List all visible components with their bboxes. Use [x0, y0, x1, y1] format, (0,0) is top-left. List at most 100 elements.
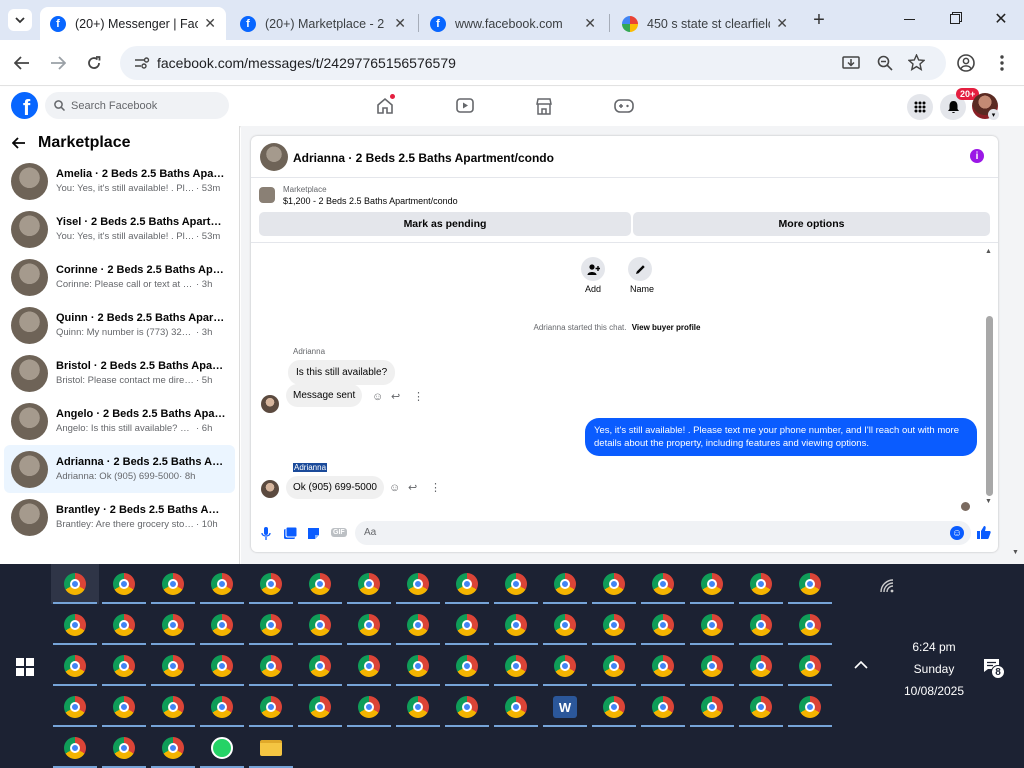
listing-detail[interactable]: $1,200 - 2 Beds 2.5 Baths Apartment/cond… — [283, 196, 458, 206]
chrome-icon[interactable] — [750, 614, 772, 636]
tab-search-button[interactable] — [8, 9, 32, 31]
reply-icon[interactable]: ↩ — [408, 481, 417, 494]
forward-button[interactable] — [44, 49, 72, 77]
chrome-icon[interactable] — [211, 614, 233, 636]
chrome-icon[interactable] — [64, 614, 86, 636]
page-scroll-down-arrow[interactable]: ▼ — [1012, 549, 1019, 556]
chrome-icon[interactable] — [358, 614, 380, 636]
message-bubble-outgoing[interactable]: Yes, it's still available! . Please text… — [585, 418, 977, 456]
chrome-icon[interactable] — [554, 614, 576, 636]
scroll-up-arrow[interactable]: ▲ — [985, 248, 992, 255]
chrome-icon[interactable] — [652, 655, 674, 677]
more-options-button[interactable]: More options — [633, 212, 990, 236]
chrome-icon[interactable] — [799, 696, 821, 718]
home-nav-icon[interactable] — [374, 94, 396, 117]
chrome-icon[interactable] — [701, 614, 723, 636]
windows-start-icon[interactable] — [16, 658, 34, 676]
chrome-icon[interactable] — [603, 655, 625, 677]
conversation-item[interactable]: Angelo · 2 Beds 2.5 Baths Apartme... Ang… — [4, 398, 235, 444]
chrome-icon[interactable] — [113, 614, 135, 636]
tab-facebook[interactable]: f www.facebook.com ✕ — [420, 7, 606, 40]
close-icon[interactable]: ✕ — [776, 15, 788, 32]
chrome-icon[interactable] — [260, 573, 282, 595]
chrome-icon[interactable] — [652, 696, 674, 718]
chrome-icon[interactable] — [456, 696, 478, 718]
close-icon[interactable]: ✕ — [204, 15, 216, 32]
chrome-menu-button[interactable] — [988, 49, 1016, 77]
facebook-logo-icon[interactable]: f — [11, 92, 38, 119]
chrome-icon[interactable] — [456, 655, 478, 677]
chrome-icon[interactable] — [113, 737, 135, 759]
chrome-icon[interactable] — [162, 573, 184, 595]
scrollbar-thumb[interactable] — [986, 316, 993, 496]
restore-button[interactable] — [944, 8, 966, 30]
chrome-icon[interactable] — [603, 696, 625, 718]
message-input[interactable]: Aa ☺ — [355, 521, 971, 545]
show-hidden-icons-chevron-icon[interactable] — [854, 660, 868, 669]
chat-avatar[interactable] — [260, 143, 288, 171]
chrome-icon[interactable] — [652, 614, 674, 636]
photo-icon[interactable] — [284, 527, 297, 540]
close-icon[interactable]: ✕ — [584, 15, 596, 32]
chrome-icon[interactable] — [260, 614, 282, 636]
chrome-icon[interactable] — [309, 573, 331, 595]
sender-avatar[interactable] — [261, 480, 279, 498]
conversation-item[interactable]: Corinne · 2 Beds 2.5 Baths Apartm... Cor… — [4, 254, 235, 300]
conversation-item[interactable]: Yisel · 2 Beds 2.5 Baths Apartment... Yo… — [4, 206, 235, 252]
react-emoji-icon[interactable]: ☺ — [389, 482, 400, 494]
whatsapp-icon[interactable] — [211, 737, 233, 759]
chrome-icon[interactable] — [603, 614, 625, 636]
back-arrow-icon[interactable] — [12, 137, 26, 149]
chat-title[interactable]: Adrianna · 2 Beds 2.5 Baths Apartment/co… — [293, 151, 554, 165]
emoji-icon[interactable]: ☺ — [950, 526, 964, 540]
chrome-icon[interactable] — [113, 696, 135, 718]
chrome-icon[interactable] — [456, 573, 478, 595]
chrome-icon[interactable] — [358, 573, 380, 595]
chrome-icon[interactable] — [211, 573, 233, 595]
chrome-icon[interactable] — [162, 737, 184, 759]
gaming-nav-icon[interactable] — [613, 95, 635, 117]
edit-name-button[interactable] — [628, 257, 652, 281]
mark-as-pending-button[interactable]: Mark as pending — [259, 212, 631, 236]
back-button[interactable] — [8, 49, 36, 77]
tab-marketplace[interactable]: f (20+) Marketplace - 2 | ✕ — [230, 7, 416, 40]
chrome-icon[interactable] — [750, 655, 772, 677]
chrome-icon[interactable] — [652, 573, 674, 595]
chrome-icon[interactable] — [701, 573, 723, 595]
conversation-item[interactable]: Bristol · 2 Beds 2.5 Baths Apartme... Br… — [4, 350, 235, 396]
notification-center-button[interactable]: 8 — [983, 658, 1005, 679]
chrome-icon[interactable] — [358, 696, 380, 718]
conversation-item-selected[interactable]: Adrianna · 2 Beds 2.5 Baths Apart... Adr… — [4, 445, 235, 493]
microphone-icon[interactable] — [261, 527, 271, 541]
close-window-button[interactable]: ✕ — [990, 8, 1012, 30]
sticker-icon[interactable] — [307, 527, 320, 540]
chrome-icon[interactable] — [701, 655, 723, 677]
chrome-icon[interactable] — [701, 696, 723, 718]
chrome-icon[interactable] — [456, 614, 478, 636]
chrome-icon[interactable] — [162, 655, 184, 677]
chrome-icon[interactable] — [505, 573, 527, 595]
chrome-icon[interactable] — [505, 614, 527, 636]
bookmark-star-icon[interactable] — [908, 54, 925, 71]
info-button[interactable]: i — [970, 149, 984, 163]
scroll-down-arrow[interactable]: ▼ — [985, 498, 992, 505]
close-icon[interactable]: ✕ — [394, 15, 406, 32]
chrome-icon[interactable] — [162, 614, 184, 636]
chrome-icon[interactable] — [750, 696, 772, 718]
chrome-icon[interactable] — [309, 696, 331, 718]
chrome-icon[interactable] — [64, 737, 86, 759]
word-icon[interactable]: W — [553, 696, 577, 718]
chrome-icon[interactable] — [750, 573, 772, 595]
profile-button[interactable] — [952, 49, 980, 77]
chrome-icon[interactable] — [505, 696, 527, 718]
message-bubble[interactable]: Ok (905) 699-5000 — [286, 476, 384, 499]
tab-google-search[interactable]: 450 s state st clearfield ✕ — [612, 7, 798, 40]
chrome-icon[interactable] — [407, 614, 429, 636]
add-people-button[interactable] — [581, 257, 605, 281]
reply-icon[interactable]: ↩ — [391, 390, 400, 403]
chrome-icon[interactable] — [162, 696, 184, 718]
install-app-icon[interactable] — [842, 55, 860, 71]
chrome-icon[interactable] — [260, 696, 282, 718]
message-bubble[interactable]: Is this still available? — [288, 360, 396, 385]
chrome-icon[interactable] — [113, 573, 135, 595]
